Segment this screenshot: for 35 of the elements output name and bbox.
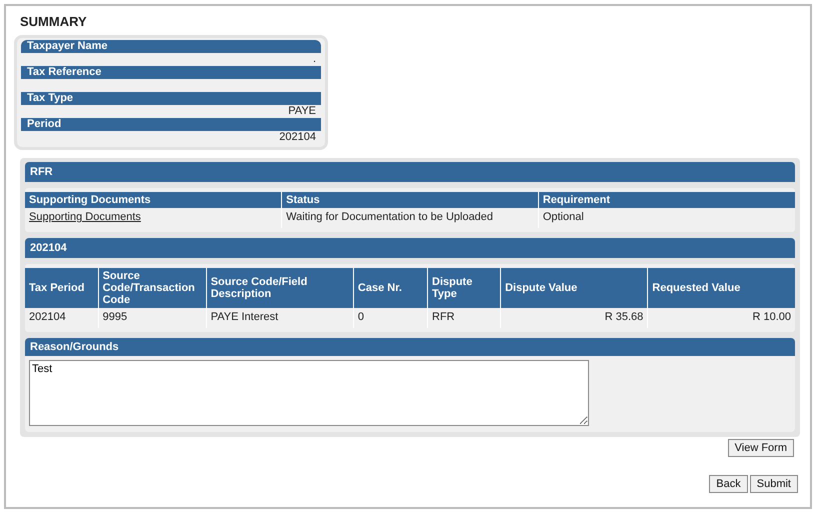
documents-link[interactable]: Supporting Documents [29,211,141,223]
section-header: RFR [25,162,795,182]
field-label: Taxpayer Name [21,40,321,53]
section-header: 202104 [25,238,795,258]
column-header: Source Code/Transaction Code [98,268,206,308]
field-value: PAYE [288,105,316,118]
column-header: Tax Period [25,268,98,308]
table-cell: Waiting for Documentation to be Uploaded [282,208,538,228]
column-header: Dispute Value [500,268,648,308]
field-label: Tax Type [21,92,321,105]
back-button[interactable]: Back [709,475,748,493]
table-cell: 202104 [25,308,98,328]
column-header: Status [282,192,538,208]
table-cell: Optional [538,208,795,228]
table-cell: 9995 [98,308,206,328]
field-label: Period [21,118,321,131]
column-header: Supporting Documents [25,192,282,208]
table-cell: R 35.68 [500,308,648,328]
field-value: . [312,53,316,66]
submit-button[interactable]: Submit [750,475,798,493]
view-form-button[interactable]: View Form [728,439,794,457]
page-title: SUMMARY [20,14,87,29]
column-header: Requirement [538,192,795,208]
table-cell: R 10.00 [648,308,795,328]
section-header: Reason/Grounds [25,338,795,356]
column-header: Case Nr. [353,268,428,308]
table-cell: PAYE Interest [206,308,354,328]
table-cell: 0 [353,308,428,328]
reason-field[interactable]: Test [29,360,589,426]
table-cell: RFR [428,308,501,328]
column-header: Requested Value [648,268,795,308]
field-value: 202104 [279,131,316,144]
field-label: Tax Reference [21,66,321,79]
column-header: Dispute Type [428,268,501,308]
column-header: Source Code/Field Description [206,268,354,308]
